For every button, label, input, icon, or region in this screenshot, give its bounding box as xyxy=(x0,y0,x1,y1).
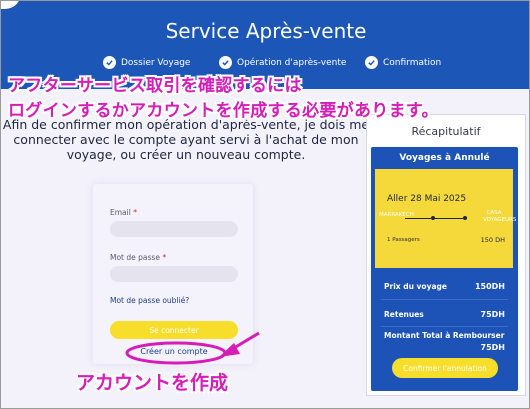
deductions-value: 75DH xyxy=(480,310,505,319)
annotation-line-1: アフターサービス取引を確認するには xyxy=(8,76,302,96)
route-dot xyxy=(463,216,467,220)
trip-date: Aller 28 Mai 2025 xyxy=(387,194,467,204)
price-value: 150DH xyxy=(474,282,505,291)
page-title: Service Après-vente xyxy=(165,19,367,43)
recap-card-title: Voyages à Annulé xyxy=(399,153,490,163)
annotation-line-2: ログインするかアカウントを作成する必要があります。 xyxy=(8,101,439,121)
password-label: Mot de passe * xyxy=(110,253,166,262)
logo[interactable] xyxy=(1,1,21,9)
step-confirmation: Confirmation xyxy=(365,56,441,69)
password-label-text: Mot de passe xyxy=(110,253,160,262)
intro-text: Afin de confirmer mon opération d'après-… xyxy=(2,117,370,162)
required-mark: * xyxy=(162,253,167,262)
check-icon xyxy=(103,56,116,69)
trip-destination: CASA VOYAGEURS xyxy=(483,210,517,223)
total-label: Montant Total à Rembourser xyxy=(384,331,505,340)
price-label: Prix du voyage xyxy=(384,282,447,291)
email-field[interactable] xyxy=(110,221,238,237)
password-field[interactable] xyxy=(110,266,238,282)
forgot-password-link[interactable]: Mot de passe oublié? xyxy=(110,296,189,305)
recap-title: Récapitulatif xyxy=(411,125,481,138)
total-value: 75DH xyxy=(480,343,505,352)
page-frame: Service Après-vente Dossier Voyage Opéra… xyxy=(0,0,530,409)
confirm-cancellation-button[interactable]: Confirmer l'annulation xyxy=(392,358,498,378)
email-label: Email * xyxy=(110,208,137,217)
divider xyxy=(381,326,508,327)
divider xyxy=(381,299,508,300)
step-label: Opération d'après-vente xyxy=(237,57,347,68)
step-label: Confirmation xyxy=(383,57,442,68)
trip-passengers: 1 Passagers xyxy=(387,237,420,243)
route-dot xyxy=(431,216,435,220)
create-account-link[interactable]: Créer un compte xyxy=(110,347,238,356)
email-label-text: Email xyxy=(110,208,131,217)
step-dossier-voyage: Dossier Voyage xyxy=(103,56,190,69)
check-icon xyxy=(365,56,378,69)
step-label: Dossier Voyage xyxy=(121,57,191,68)
trip-price: 150 DH xyxy=(480,236,505,244)
annotation-create-account: アカウントを作成 xyxy=(76,372,229,394)
deductions-label: Retenues xyxy=(384,310,424,319)
required-mark: * xyxy=(133,208,137,217)
check-icon xyxy=(219,56,232,69)
step-operation-apres-vente: Opération d'après-vente xyxy=(219,56,346,69)
connect-button[interactable]: Se connecter xyxy=(110,321,238,339)
route-line xyxy=(405,218,465,219)
